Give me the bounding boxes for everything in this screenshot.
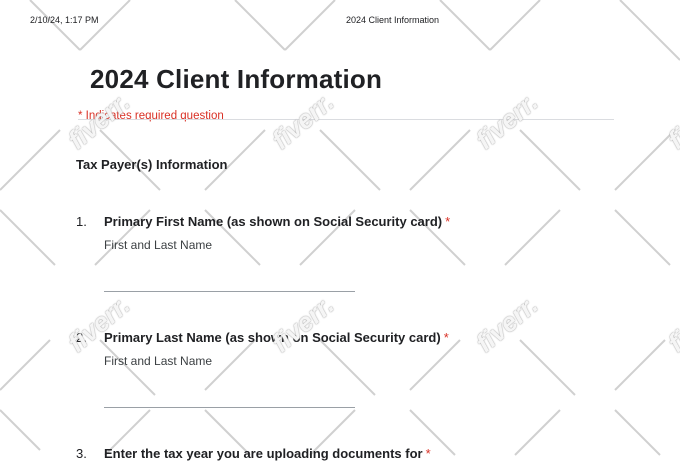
watermark-logo: fiverr. <box>662 86 680 155</box>
watermark-logo: fiverr. <box>470 86 544 155</box>
answer-field-first-name[interactable] <box>104 291 355 292</box>
question-help-text: First and Last Name <box>104 354 213 368</box>
watermark-logo: fiverr. <box>470 289 544 358</box>
question-number: 2. <box>76 330 87 345</box>
required-asterisk: * <box>443 330 449 345</box>
title-divider <box>78 119 614 120</box>
question-help-text: First and Last Name <box>104 238 213 252</box>
print-header-title: 2024 Client Information <box>346 15 440 25</box>
watermark-logo: fiverr. <box>62 289 136 358</box>
print-header-datetime: 2/10/24, 1:17 PM <box>30 15 99 25</box>
question-label-text: Primary First Name (as shown on Social S… <box>104 214 443 229</box>
question-number: 1. <box>76 214 87 229</box>
section-title: Tax Payer(s) Information <box>76 157 228 172</box>
answer-field-last-name[interactable] <box>104 407 355 408</box>
form-title: 2024 Client Information <box>90 64 383 94</box>
watermark-logo: fiverr. <box>266 289 340 358</box>
watermark-logo: fiverr. <box>266 86 340 155</box>
question-label-last-name: Primary Last Name (as shown on Social Se… <box>104 330 449 345</box>
watermark-logo: fiverr. <box>662 289 680 358</box>
question-label-text: Primary Last Name (as shown on Social Se… <box>104 330 441 345</box>
required-asterisk: * <box>445 214 451 229</box>
question-label-first-name: Primary First Name (as shown on Social S… <box>104 214 450 229</box>
required-note: * Indicates required question <box>78 110 224 122</box>
